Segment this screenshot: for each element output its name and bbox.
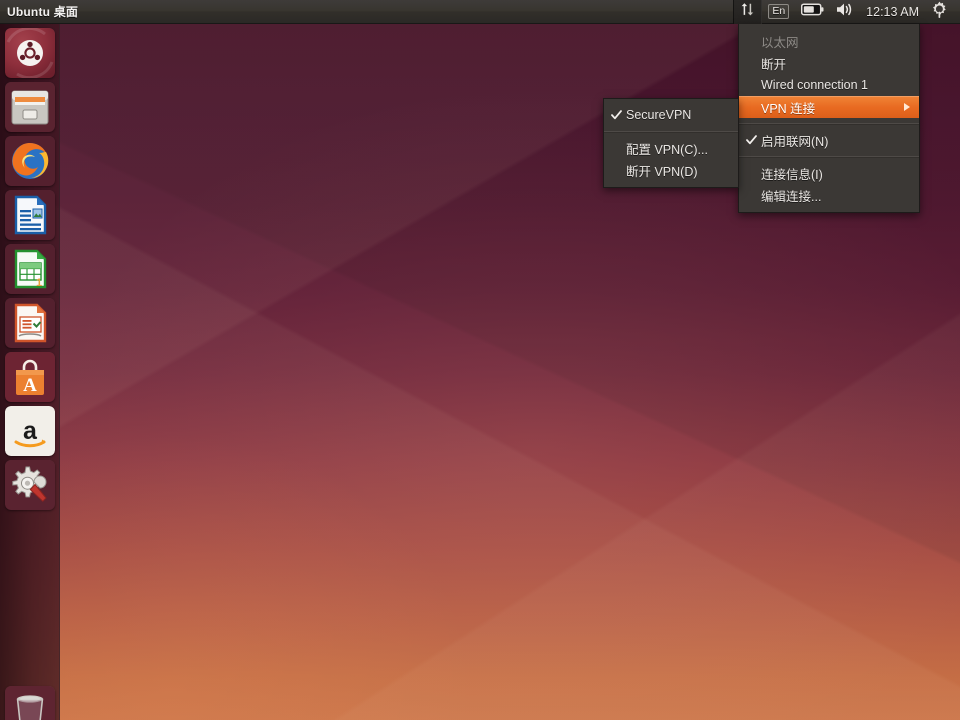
submenu-arrow-icon	[904, 103, 910, 111]
svg-text:a: a	[23, 417, 38, 445]
checkmark-icon	[746, 135, 757, 146]
menu-item-vpn-connections[interactable]: VPN 连接	[739, 96, 919, 118]
menu-item-wired-connection-1[interactable]: Wired connection 1	[739, 74, 919, 96]
session-gear-icon	[931, 1, 948, 23]
menu-item-connection-information[interactable]: 连接信息(I)	[739, 162, 919, 184]
submenu-item-disconnect-vpn[interactable]: 断开 VPN(D)	[604, 159, 738, 181]
vpn-connections-submenu: SecureVPN 配置 VPN(C)... 断开 VPN(D)	[603, 98, 739, 188]
panel-title[interactable]: Ubuntu 桌面	[7, 3, 78, 20]
volume-icon	[836, 2, 854, 22]
panel-indicators: En	[733, 0, 960, 24]
submenu-item-securevpn[interactable]: SecureVPN	[604, 104, 738, 126]
launcher-item-system-settings[interactable]	[5, 460, 55, 510]
unity-launcher: 1	[0, 24, 60, 720]
clock-indicator[interactable]: 12:13 AM	[860, 0, 925, 24]
submenu-item-configure-vpn[interactable]: 配置 VPN(C)...	[604, 137, 738, 159]
launcher-item-files[interactable]	[5, 82, 55, 132]
keyboard-indicator[interactable]: En	[762, 0, 795, 24]
menu-item-enable-networking[interactable]: 启用联网(N)	[739, 129, 919, 151]
panel-left-section: Ubuntu 桌面	[0, 0, 78, 24]
launcher-item-trash[interactable]	[5, 686, 55, 720]
ubuntu-desktop: 1	[0, 0, 960, 720]
menu-separator	[739, 123, 919, 124]
launcher-item-firefox[interactable]	[5, 136, 55, 186]
launcher-item-libreoffice-calc[interactable]: 1	[5, 244, 55, 294]
svg-text:1: 1	[36, 277, 42, 289]
menu-item-ethernet-header: 以太网	[739, 30, 919, 52]
launcher-item-libreoffice-impress[interactable]	[5, 298, 55, 348]
keyboard-layout-label: En	[768, 4, 789, 19]
launcher-item-libreoffice-writer[interactable]	[5, 190, 55, 240]
menu-item-edit-connections[interactable]: 编辑连接...	[739, 184, 919, 206]
launcher-item-software-center[interactable]: A	[5, 352, 55, 402]
network-transfer-icon	[739, 2, 756, 22]
session-indicator[interactable]	[925, 0, 954, 24]
menu-item-disconnect[interactable]: 断开	[739, 52, 919, 74]
battery-indicator[interactable]	[795, 0, 830, 24]
menu-separator	[739, 156, 919, 157]
volume-indicator[interactable]	[830, 0, 860, 24]
network-menu: 以太网 断开 Wired connection 1 VPN 连接 启用联网(N)…	[738, 24, 920, 213]
battery-icon	[801, 3, 824, 21]
checkmark-icon	[611, 110, 622, 121]
clock-label: 12:13 AM	[866, 5, 919, 19]
launcher-item-amazon[interactable]: a	[5, 406, 55, 456]
top-panel: Ubuntu 桌面 En	[0, 0, 960, 24]
svg-text:A: A	[23, 375, 37, 396]
network-indicator[interactable]	[733, 0, 762, 24]
menu-separator	[604, 131, 738, 132]
launcher-item-dash-home[interactable]	[5, 28, 55, 78]
